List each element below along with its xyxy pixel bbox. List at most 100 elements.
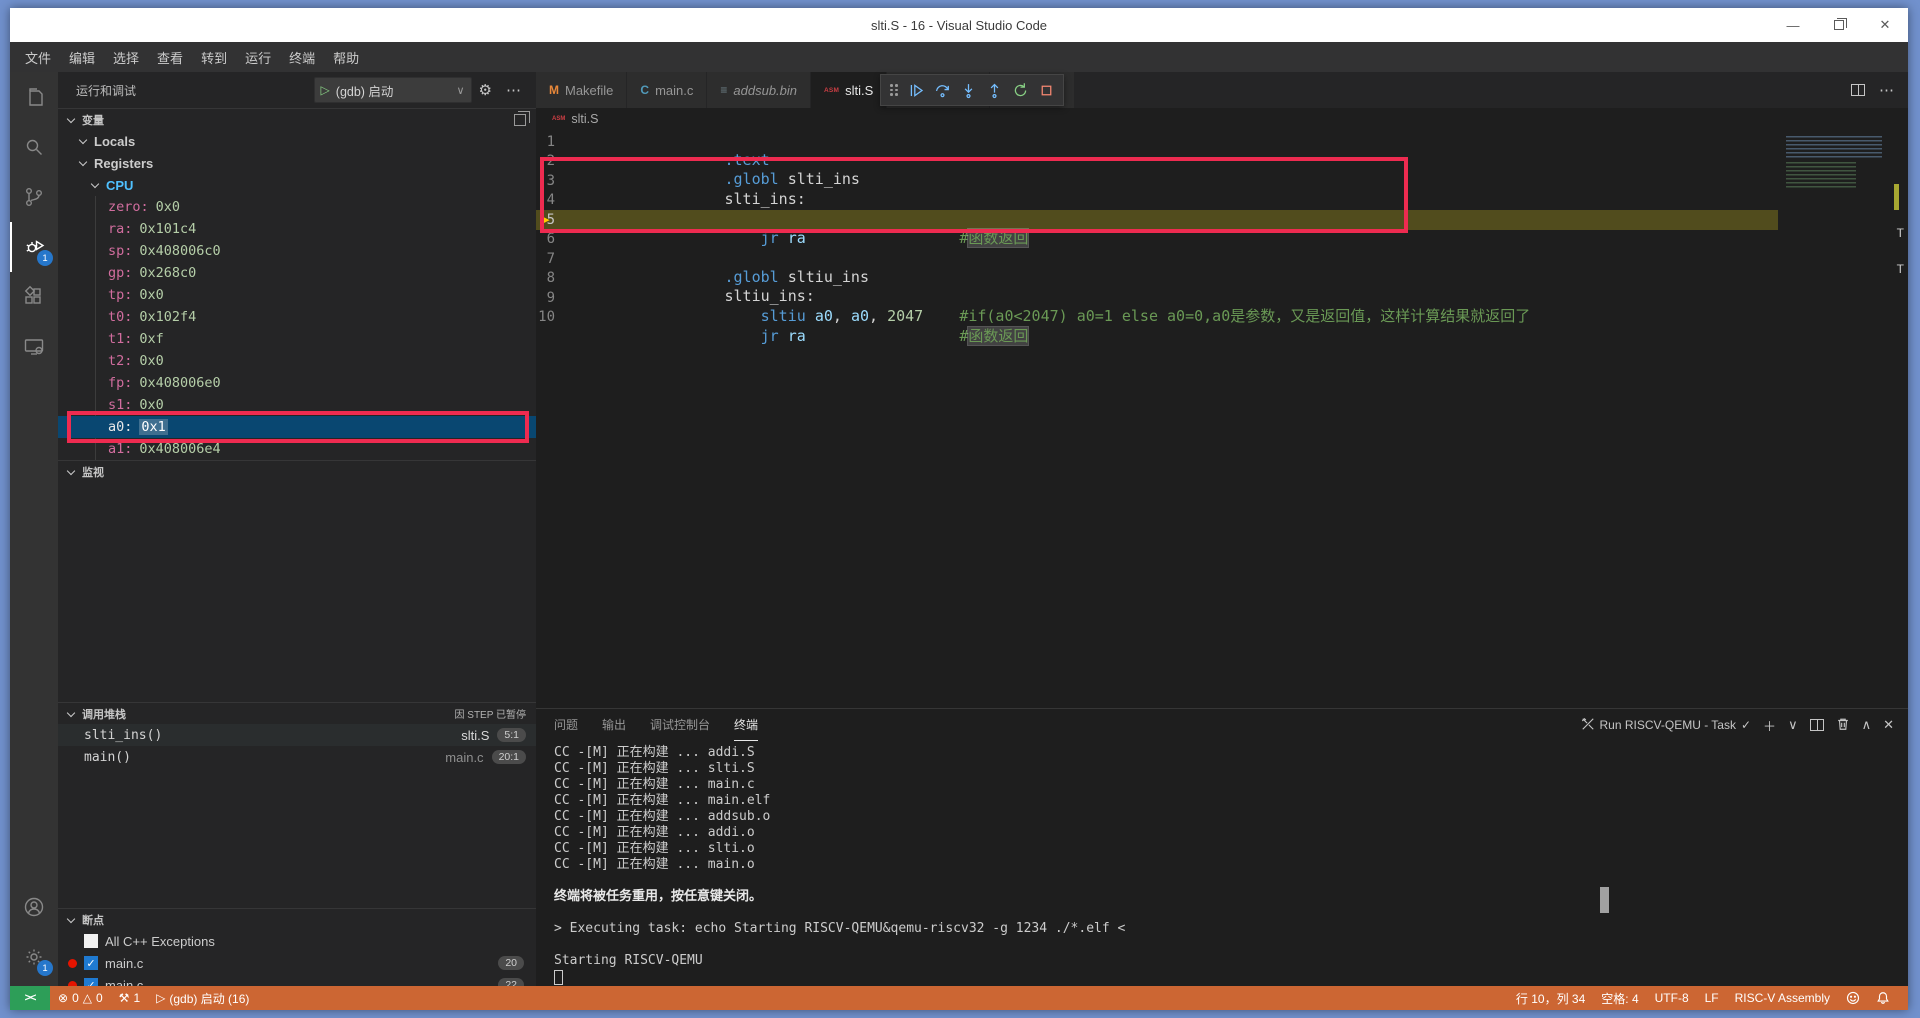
activity-remote-explorer[interactable] [10, 322, 58, 372]
new-terminal-button[interactable]: ＋ [1763, 716, 1776, 735]
continue-button[interactable] [903, 77, 929, 103]
tree-item-locals[interactable]: Locals [58, 130, 536, 152]
panel-tab[interactable]: 输出 [602, 709, 626, 741]
activity-run-debug[interactable]: 1 [10, 222, 58, 272]
menu-item[interactable]: 查看 [148, 44, 192, 71]
restart-button[interactable] [1007, 77, 1033, 103]
remote-monitor-icon [22, 335, 46, 359]
register-row[interactable]: s1: 0x0 [58, 394, 536, 416]
stack-frame-row[interactable]: main() main.c 20:1 [58, 746, 536, 768]
stack-frame-row[interactable]: slti_ins() slti.S 5:1 [58, 724, 536, 746]
breakpoint-row[interactable]: ✓ main.c 22 [58, 974, 536, 986]
menu-item[interactable]: 编辑 [60, 44, 104, 71]
split-editor-icon[interactable] [1851, 84, 1865, 96]
code-editor[interactable]: 1 .text 2 .globl slti_ins [536, 130, 1908, 708]
minimap[interactable] [1786, 136, 1886, 190]
register-row[interactable]: gp: 0x268c0 [58, 262, 536, 284]
editor-tab[interactable]: ≡ addsub.bin [707, 72, 811, 108]
terminal-dropdown-icon[interactable]: ∨ [1788, 717, 1798, 733]
panel-tab[interactable]: 终端 [734, 709, 758, 741]
menu-item[interactable]: 转到 [192, 44, 236, 71]
feedback-button[interactable] [1838, 991, 1868, 1005]
register-row[interactable]: zero: 0x0 [58, 196, 536, 218]
encoding-status[interactable]: UTF-8 [1647, 991, 1697, 1005]
register-row[interactable]: a0: 0x1 [58, 416, 536, 438]
panel-tab[interactable]: 问题 [554, 709, 578, 741]
editor-tab[interactable]: ASM slti.S [811, 72, 887, 108]
register-row[interactable]: ra: 0x101c4 [58, 218, 536, 240]
terminal-line: CC -[M] 正在构建 ... main.elf [554, 793, 1908, 809]
breakpoint-label: main.c [105, 978, 143, 987]
register-row[interactable]: tp: 0x0 [58, 284, 536, 306]
running-tasks-status[interactable]: ⚒ 1 [111, 986, 148, 1010]
eol-status[interactable]: LF [1697, 991, 1727, 1005]
debug-settings-gear[interactable]: ⚙ [472, 81, 499, 99]
indentation-status[interactable]: 空格: 4 [1593, 990, 1646, 1007]
notifications-button[interactable] [1868, 991, 1898, 1005]
terminal-scrollbar-thumb[interactable] [1600, 887, 1609, 913]
toolbar-drag-handle[interactable] [890, 84, 898, 96]
activity-explorer[interactable] [10, 72, 58, 122]
breakpoint-checkbox[interactable]: ✓ [84, 978, 98, 986]
activity-extensions[interactable] [10, 272, 58, 322]
tree-item-cpu[interactable]: CPU [58, 174, 536, 196]
remote-indicator[interactable]: >< [10, 986, 50, 1010]
sidebar-more-actions[interactable]: ⋯ [499, 81, 528, 99]
vscode-window: slti.S - 16 - Visual Studio Code — ✕ 文件编… [10, 8, 1908, 1010]
minimize-button[interactable]: — [1770, 8, 1816, 42]
stop-button[interactable] [1033, 77, 1059, 103]
restore-button[interactable] [1816, 8, 1862, 42]
problems-status[interactable]: ⊗ 0 △ 0 [50, 986, 111, 1010]
split-terminal-icon[interactable] [1810, 719, 1824, 731]
activity-search[interactable] [10, 122, 58, 172]
code-line[interactable]: 10 jr ra #函数返回 [536, 308, 1778, 328]
editor-tab[interactable]: C main.c [627, 72, 707, 108]
watch-header[interactable]: 监视 [58, 460, 536, 482]
terminal-output[interactable]: CC -[M] 正在构建 ... addi.SCC -[M] 正在构建 ... … [536, 741, 1908, 986]
menu-item[interactable]: 帮助 [324, 44, 368, 71]
start-debug-icon[interactable]: ▷ [321, 83, 330, 97]
debug-session-status[interactable]: ▷ (gdb) 启动 (16) [148, 986, 257, 1010]
register-row[interactable]: t0: 0x102f4 [58, 306, 536, 328]
close-panel-icon[interactable]: ✕ [1883, 717, 1894, 733]
step-out-button[interactable] [981, 77, 1007, 103]
tree-item-registers[interactable]: Registers [58, 152, 536, 174]
file-type-icon: C [640, 83, 649, 97]
breakpoint-row[interactable]: ✓ All C++ Exceptions [58, 930, 536, 952]
breakpoint-checkbox[interactable]: ✓ [84, 934, 98, 948]
breakpoint-row[interactable]: ✓ main.c 20 [58, 952, 536, 974]
register-row[interactable]: t2: 0x0 [58, 350, 536, 372]
cursor-position-status[interactable]: 行 10，列 34 [1508, 990, 1593, 1007]
breakpoints-header[interactable]: 断点 [58, 908, 536, 930]
variables-header[interactable]: 变量 [58, 108, 536, 130]
terminal-line: CC -[M] 正在构建 ... main.o [554, 857, 1908, 873]
debug-config-dropdown[interactable]: ▷ (gdb) 启动 ∨ [314, 77, 472, 103]
register-row[interactable]: a1: 0x408006e4 [58, 438, 536, 460]
accounts-button[interactable] [10, 882, 58, 932]
breakpoint-checkbox[interactable]: ✓ [84, 956, 98, 970]
kill-terminal-icon[interactable] [1836, 717, 1850, 734]
register-row[interactable]: t1: 0xf [58, 328, 536, 350]
terminal-task-entry[interactable]: Run RISCV-QEMU - Task ✓ [1581, 717, 1752, 734]
close-button[interactable]: ✕ [1862, 8, 1908, 42]
menu-item[interactable]: 文件 [16, 44, 60, 71]
maximize-panel-icon[interactable]: ∧ [1862, 717, 1872, 733]
menu-item[interactable]: 终端 [280, 44, 324, 71]
menu-item[interactable]: 运行 [236, 44, 280, 71]
step-into-button[interactable] [955, 77, 981, 103]
register-row[interactable]: sp: 0x408006c0 [58, 240, 536, 262]
editor-tab[interactable]: M Makefile [536, 72, 627, 108]
settings-button[interactable]: 1 [10, 932, 58, 982]
language-mode-status[interactable]: RISC-V Assembly [1727, 991, 1838, 1005]
call-stack-header[interactable]: 调用堆栈 因 STEP 已暂停 [58, 702, 536, 724]
register-value: 0x408006c0 [139, 243, 220, 259]
activity-source-control[interactable] [10, 172, 58, 222]
breadcrumb[interactable]: ASM slti.S [536, 108, 1908, 130]
step-over-button[interactable] [929, 77, 955, 103]
register-row[interactable]: fp: 0x408006e0 [58, 372, 536, 394]
more-actions-icon[interactable]: ⋯ [1879, 81, 1894, 99]
tools-icon [1581, 717, 1595, 734]
panel-tab[interactable]: 调试控制台 [650, 709, 710, 741]
collapse-all-icon[interactable] [514, 114, 526, 126]
menu-item[interactable]: 选择 [104, 44, 148, 71]
